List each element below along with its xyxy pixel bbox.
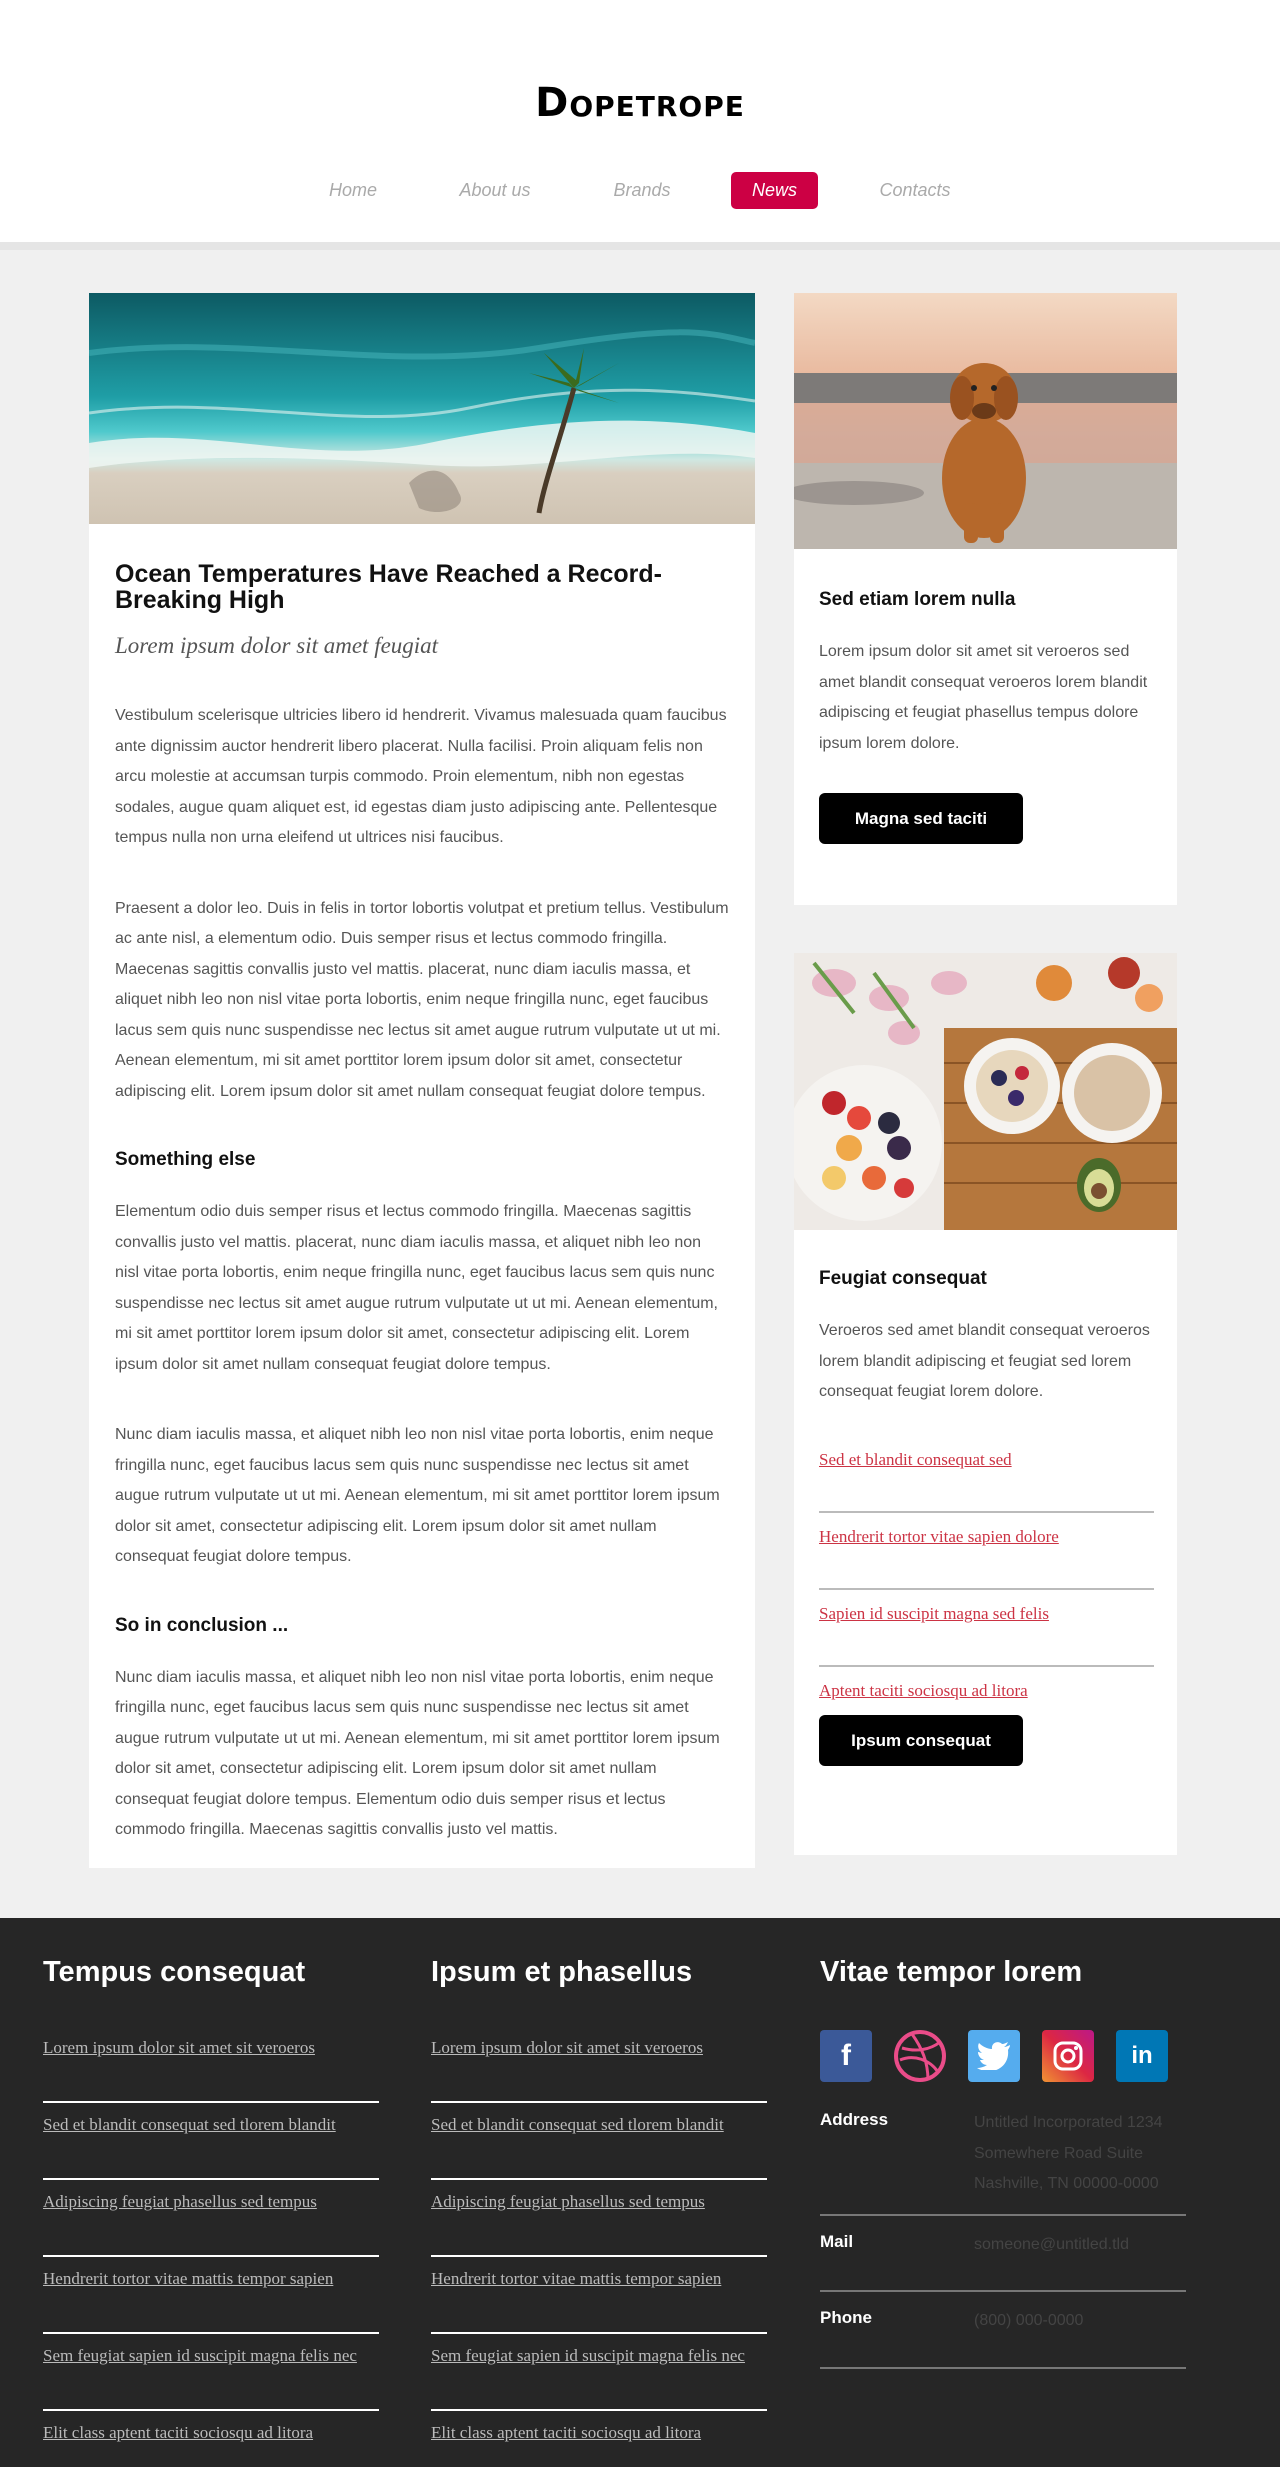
phone-value: (800) 000-0000 bbox=[974, 2312, 1084, 2329]
article-body: Ocean Temperatures Have Reached a Record… bbox=[115, 561, 729, 1846]
section-heading: So in conclusion ... bbox=[115, 1614, 289, 1636]
footer-link[interactable]: Hendrerit tortor vitae mattis tempor sap… bbox=[43, 2257, 379, 2334]
footer-link[interactable]: Hendrerit tortor vitae mattis tempor sap… bbox=[431, 2257, 767, 2334]
nav-item-brands[interactable]: Brands bbox=[601, 172, 683, 209]
footer-heading: Ipsum et phasellus bbox=[431, 1956, 693, 1988]
article-subtitle: Lorem ipsum dolor sit amet feugiat bbox=[115, 633, 439, 658]
footer-link-list: Lorem ipsum dolor sit amet sit veroeros … bbox=[431, 2026, 767, 2467]
phone-label: Phone bbox=[820, 2308, 872, 2327]
card-content: Feugiat consequat Veroeros sed amet blan… bbox=[819, 1268, 1154, 1766]
dribbble-icon[interactable] bbox=[894, 2030, 946, 2082]
card-text: Veroeros sed amet blandit consequat vero… bbox=[819, 1322, 1150, 1400]
phone-row: Phone (800) 000-0000 bbox=[820, 2292, 1186, 2369]
ipsum-consequat-button[interactable]: Ipsum consequat bbox=[819, 1714, 1023, 1766]
footer-link[interactable]: Sed et blandit consequat sed tlorem blan… bbox=[431, 2103, 767, 2180]
article-paragraph: Elementum odio duis semper risus et lect… bbox=[115, 1203, 718, 1373]
footer-link[interactable]: Sem feugiat sapien id suscipit magna fel… bbox=[431, 2334, 767, 2411]
linkedin-icon[interactable]: in bbox=[1116, 2030, 1168, 2082]
card-content: Sed etiam lorem nulla Lorem ipsum dolor … bbox=[819, 589, 1154, 844]
footer-link-list: Lorem ipsum dolor sit amet sit veroeros … bbox=[43, 2026, 379, 2467]
article-paragraph: Praesent a dolor leo. Duis in felis in t… bbox=[115, 899, 729, 1100]
nav-item-contacts[interactable]: Contacts bbox=[868, 172, 962, 209]
footer-contact-column: Vitae tempor lorem f in Address Untitled… bbox=[820, 1956, 1186, 2369]
magna-sed-taciti-button[interactable]: Magna sed taciti bbox=[819, 793, 1023, 844]
card-title: Sed etiam lorem nulla bbox=[819, 589, 1016, 610]
article-paragraph: Vestibulum scelerisque ultricies libero … bbox=[115, 707, 727, 846]
nav-item-home[interactable]: Home bbox=[314, 172, 392, 209]
social-icons: f in bbox=[820, 2030, 1186, 2082]
address-row: Address Untitled Incorporated 1234 Somew… bbox=[820, 2094, 1186, 2216]
footer-heading: Vitae tempor lorem bbox=[820, 1956, 1083, 1988]
site-footer: Tempus consequat Lorem ipsum dolor sit a… bbox=[0, 1918, 1280, 2467]
card-link-list: Sed et blandit consequat sed Hendrerit t… bbox=[819, 1436, 1154, 1709]
article-paragraph: Nunc diam iaculis massa, et aliquet nibh… bbox=[115, 1668, 720, 1839]
mail-row: Mail someone@untitled.tld bbox=[820, 2216, 1186, 2292]
nav-item-news[interactable]: News bbox=[731, 172, 818, 209]
facebook-icon[interactable]: f bbox=[820, 2030, 872, 2082]
card-title: Feugiat consequat bbox=[819, 1268, 987, 1289]
footer-heading: Tempus consequat bbox=[43, 1956, 306, 1988]
card-link[interactable]: Hendrerit tortor vitae sapien dolore bbox=[819, 1513, 1154, 1590]
card-link[interactable]: Sapien id suscipit magna sed felis bbox=[819, 1590, 1154, 1667]
footer-link[interactable]: Sed et blandit consequat sed tlorem blan… bbox=[43, 2103, 379, 2180]
mail-value[interactable]: someone@untitled.tld bbox=[974, 2216, 1186, 2291]
sidebar-card-dog: Sed etiam lorem nulla Lorem ipsum dolor … bbox=[794, 293, 1177, 905]
address-label: Address bbox=[820, 2110, 889, 2129]
breakfast-table-image bbox=[794, 953, 1177, 1230]
twitter-icon[interactable] bbox=[968, 2030, 1020, 2082]
nav-item-about-us[interactable]: About us bbox=[448, 172, 542, 209]
section-heading: Something else bbox=[115, 1149, 256, 1170]
footer-link[interactable]: Adipiscing feugiat phasellus sed tempus bbox=[43, 2180, 379, 2257]
footer-column: Tempus consequat Lorem ipsum dolor sit a… bbox=[43, 1956, 379, 2467]
instagram-icon[interactable] bbox=[1042, 2030, 1094, 2082]
address-value: Untitled Incorporated 1234 Somewhere Roa… bbox=[974, 2114, 1163, 2192]
sidebar-card-food: Feugiat consequat Veroeros sed amet blan… bbox=[794, 953, 1177, 1855]
footer-link[interactable]: Elit class aptent taciti sociosqu ad lit… bbox=[431, 2411, 767, 2467]
dog-beach-image bbox=[794, 293, 1177, 549]
site-header: Dopetrope Home About us Brands News Cont… bbox=[0, 0, 1280, 250]
card-text: Lorem ipsum dolor sit amet sit veroeros … bbox=[819, 643, 1148, 752]
article-paragraph: Nunc diam iaculis massa, et aliquet nibh… bbox=[115, 1426, 720, 1565]
card-link[interactable]: Aptent taciti sociosqu ad litora bbox=[819, 1667, 1154, 1709]
mail-label: Mail bbox=[820, 2231, 854, 2251]
card-link[interactable]: Sed et blandit consequat sed bbox=[819, 1436, 1154, 1513]
article-title: Ocean Temperatures Have Reached a Record… bbox=[115, 560, 662, 614]
footer-link[interactable]: Lorem ipsum dolor sit amet sit veroeros bbox=[431, 2026, 767, 2103]
footer-column: Ipsum et phasellus Lorem ipsum dolor sit… bbox=[431, 1956, 767, 2467]
footer-link[interactable]: Elit class aptent taciti sociosqu ad lit… bbox=[43, 2411, 379, 2467]
contact-info: Address Untitled Incorporated 1234 Somew… bbox=[820, 2094, 1186, 2369]
beach-hero-image bbox=[89, 293, 755, 524]
footer-link[interactable]: Adipiscing feugiat phasellus sed tempus bbox=[431, 2180, 767, 2257]
footer-link[interactable]: Sem feugiat sapien id suscipit magna fel… bbox=[43, 2334, 379, 2411]
footer-link[interactable]: Lorem ipsum dolor sit amet sit veroeros bbox=[43, 2026, 379, 2103]
article-panel: Ocean Temperatures Have Reached a Record… bbox=[89, 293, 755, 1868]
site-logo[interactable]: Dopetrope bbox=[0, 80, 1280, 126]
